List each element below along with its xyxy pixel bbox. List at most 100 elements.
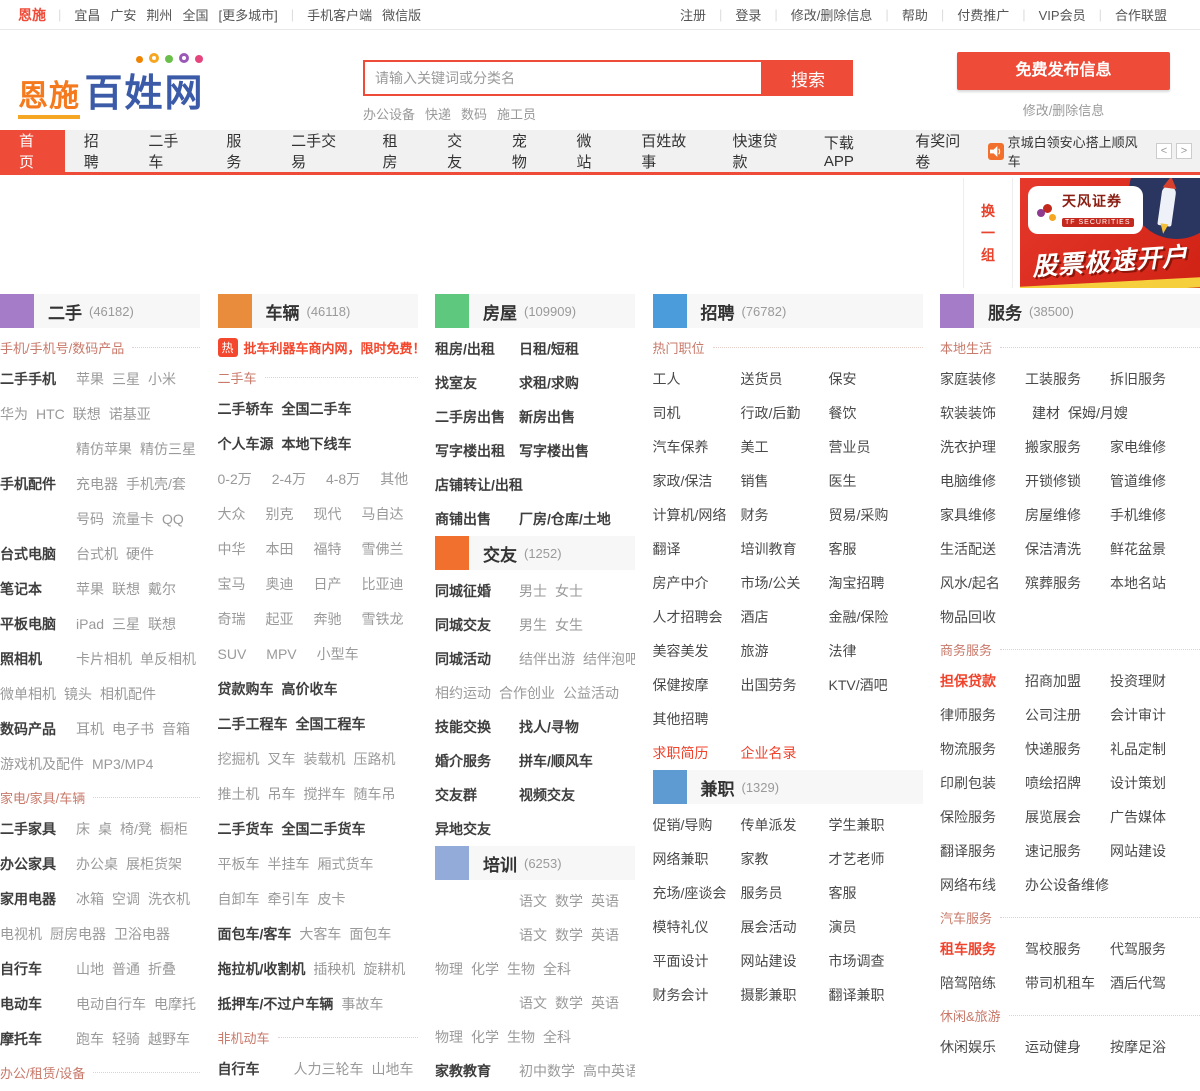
category-link[interactable]: 轻骑 [112,1031,140,1047]
category-link[interactable]: 找人/寻物 [519,719,579,735]
category-link[interactable]: 充电器 [76,476,118,492]
category-link[interactable]: 笔记本 [0,572,68,607]
category-link[interactable]: 汽车保养 [653,430,741,464]
category-link[interactable]: 奥迪 [266,576,294,592]
category-link[interactable]: 婚介服务 [435,744,511,778]
category-link[interactable]: 风水/起名 [940,566,1025,600]
category-link[interactable]: 数码产品 [0,712,68,747]
category-link[interactable]: 开锁修锁 [1025,464,1110,498]
city-link[interactable]: 全国 [182,5,208,24]
hot-promo-line[interactable]: 热批车利器车商内网，限时免费！ [217,332,426,362]
category-link[interactable]: 培训教育 [741,532,829,566]
category-link[interactable]: 别克 [266,506,294,522]
category-link[interactable]: 充场/座谈会 [653,876,741,910]
category-link[interactable]: 奔驰 [314,611,342,627]
category-title[interactable]: 兼职 [701,775,735,800]
category-link[interactable]: 相约运动 [435,685,491,701]
category-link[interactable]: 床 [76,821,90,837]
category-link[interactable]: 二手工程车 [218,716,288,732]
category-link[interactable]: 软装装饰 [940,396,1024,430]
category-link[interactable]: 本地名站 [1110,566,1195,600]
category-link[interactable]: 房产中介 [653,566,741,600]
category-link[interactable]: 比亚迪 [362,576,404,592]
category-link[interactable]: 市场调查 [829,944,917,978]
category-link[interactable]: 金融/保险 [829,600,917,634]
category-link[interactable]: 个人车源 [218,436,274,452]
category-link[interactable]: 全国工程车 [296,716,366,732]
category-link[interactable]: 视频交友 [519,787,575,803]
category-link[interactable]: 旋耕机 [363,961,405,977]
category-link[interactable]: 财务会计 [653,978,741,1012]
nav-tab-交友[interactable]: 交友 [428,130,493,172]
category-link[interactable]: 求职简历 [653,736,741,770]
site-logo[interactable]: 恩施 百姓网 [18,48,363,119]
category-link[interactable]: 带司机租车 [1025,966,1110,1000]
category-link[interactable]: 日产 [314,576,342,592]
category-link[interactable]: 电脑维修 [940,464,1025,498]
category-link[interactable]: 化学 [471,961,499,977]
category-link[interactable]: 医生 [829,464,917,498]
category-link[interactable]: 全科 [543,961,571,977]
category-link[interactable]: 台式电脑 [0,537,68,572]
category-link[interactable]: KTV/酒吧 [829,668,917,702]
category-link[interactable]: 租车服务 [940,932,1025,966]
category-link[interactable]: 速记服务 [1025,834,1110,868]
category-link[interactable]: 随车吊 [354,786,396,802]
modify-delete-link[interactable]: 修改/删除信息 [1023,100,1105,119]
category-link[interactable]: 联想 [112,581,140,597]
category-link[interactable]: 现代 [314,506,342,522]
category-link[interactable]: 生活配送 [940,532,1025,566]
hot-keyword-link[interactable]: 施工员 [497,107,536,122]
city-link[interactable]: 荆州 [146,5,172,24]
category-link[interactable]: 游戏机及配件 [0,756,84,772]
category-link[interactable]: 传单派发 [741,808,829,842]
category-link[interactable]: 同城征婚 [435,574,511,608]
category-title[interactable]: 交友 [483,541,517,566]
category-link[interactable]: 家用电器 [0,882,68,917]
category-link[interactable]: 技能交换 [435,710,511,744]
category-link[interactable]: 快递服务 [1025,732,1110,766]
category-link[interactable]: 翻译 [653,532,741,566]
category-link[interactable]: 2-4万 [272,471,306,487]
announcement[interactable]: 京城白领安心搭上顺风车 [987,130,1142,172]
category-link[interactable]: 工人 [653,362,741,396]
category-link[interactable]: 出国劳务 [741,668,829,702]
category-link[interactable]: 手机配件 [0,467,68,502]
category-link[interactable]: 代驾服务 [1110,932,1195,966]
category-link[interactable]: 二手房出售 [435,400,511,434]
topbar-link[interactable]: 合作联盟 [1115,5,1167,24]
category-link[interactable]: 二手轿车 [218,401,274,417]
category-link[interactable]: 殡葬服务 [1025,566,1110,600]
category-link[interactable]: 二手货车 [218,821,274,837]
category-link[interactable]: 音箱 [162,721,190,737]
category-link[interactable]: 女生 [555,617,583,633]
hot-promo-text[interactable]: 批车利器车商内网，限时免费！ [244,338,426,357]
category-link[interactable]: 装载机 [304,751,346,767]
category-link[interactable]: 洗衣机 [148,891,190,907]
hot-keyword-link[interactable]: 快递 [425,107,451,122]
category-link[interactable]: 物理 [435,1029,463,1045]
category-link[interactable]: 鲜花盆景 [1110,532,1195,566]
category-link[interactable]: 硬件 [126,546,154,562]
category-link[interactable]: 网络布线 [940,868,1025,902]
category-link[interactable]: 家具维修 [940,498,1025,532]
search-button[interactable]: 搜索 [763,60,853,96]
category-link[interactable]: 大客车 [299,926,341,942]
category-title[interactable]: 培训 [483,851,517,876]
category-link[interactable]: 厢式货车 [318,856,374,872]
category-link[interactable]: 司机 [653,396,741,430]
category-link[interactable]: 平面设计 [653,944,741,978]
category-link[interactable]: 管道维修 [1110,464,1195,498]
city-link[interactable]: [更多城市] [218,5,277,24]
category-link[interactable]: 女士 [555,583,583,599]
category-link[interactable]: 牵引车 [268,891,310,907]
category-link[interactable]: 电动自行车 [76,996,146,1012]
category-title[interactable]: 招聘 [701,299,735,324]
category-link[interactable]: 跑车 [76,1031,104,1047]
category-link[interactable]: 三星 [112,616,140,632]
category-link[interactable]: 普通 [112,961,140,977]
category-link[interactable]: 照相机 [0,642,68,677]
category-link[interactable]: 男士 [519,583,547,599]
category-link[interactable]: 中华 [218,541,246,557]
category-link[interactable]: 保险服务 [940,800,1025,834]
